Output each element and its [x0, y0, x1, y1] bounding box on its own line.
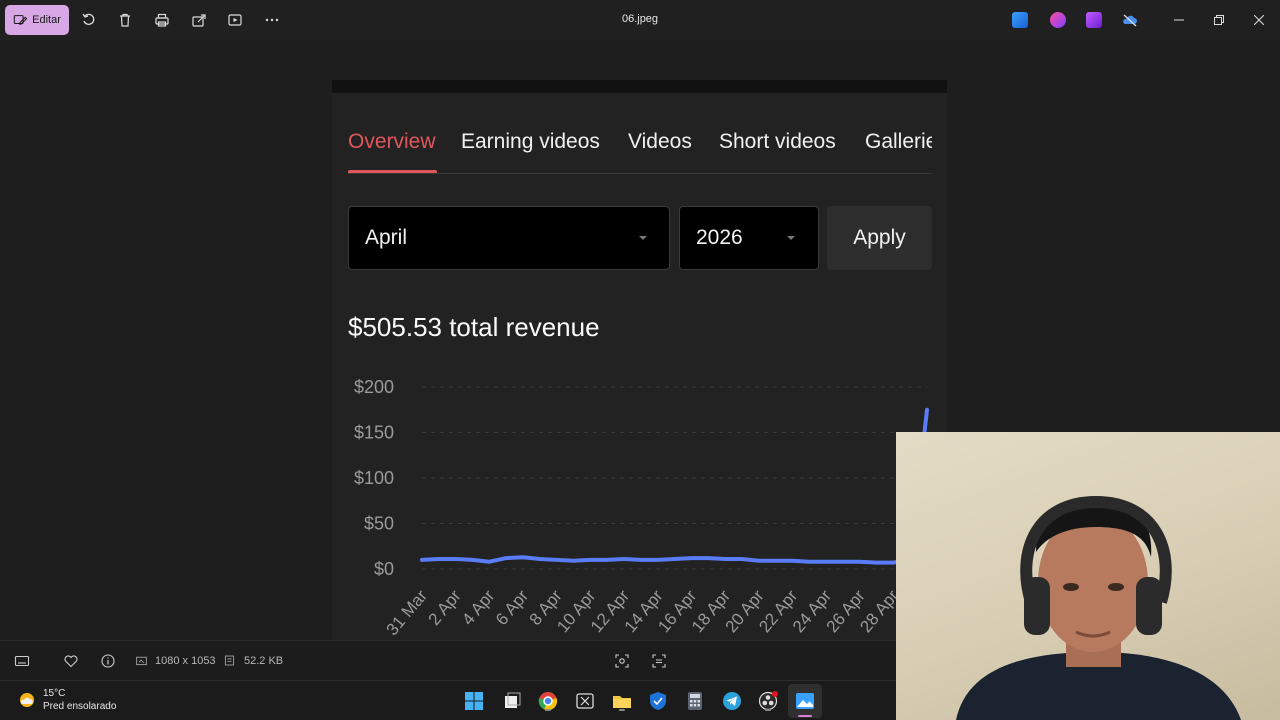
image-dimensions: 1080 x 1053: [155, 655, 216, 667]
chrome-icon[interactable]: [537, 690, 559, 712]
y-tick-label: $100: [354, 468, 394, 488]
dimensions-icon: [136, 656, 147, 666]
file-size-icon: [224, 655, 235, 666]
snipping-tool-icon[interactable]: [574, 690, 596, 712]
photos-app-window: Editar 06.jpeg Overview Earning videos V…: [0, 0, 1280, 720]
displayed-image: Overview Earning videos Videos Short vid…: [332, 80, 947, 680]
favorite-heart-icon[interactable]: [63, 653, 79, 669]
more-options-icon[interactable]: [262, 10, 282, 30]
chevron-down-icon: [787, 236, 795, 240]
edit-button-label: Editar: [32, 14, 61, 26]
tab-earning-videos[interactable]: Earning videos: [461, 130, 600, 154]
x-tick-label: 4 Apr: [458, 586, 498, 629]
security-shield-icon[interactable]: [647, 690, 669, 712]
delete-icon[interactable]: [115, 10, 135, 30]
share-icon[interactable]: [189, 10, 209, 30]
y-tick-label: $200: [354, 377, 394, 397]
slideshow-icon[interactable]: [225, 10, 245, 30]
x-tick-label: 31 Mar: [382, 586, 431, 639]
apply-button[interactable]: Apply: [827, 206, 932, 270]
minimize-icon[interactable]: [1169, 10, 1189, 30]
chevron-down-icon: [639, 236, 647, 240]
running-indicator: [619, 709, 625, 711]
onedrive-offline-icon[interactable]: [1122, 12, 1138, 28]
revenue-line-chart: $200$150$100$50$031 Mar2 Apr4 Apr6 Apr8 …: [354, 377, 929, 639]
sunny-weather-icon[interactable]: [17, 690, 37, 710]
telegram-icon[interactable]: [721, 690, 743, 712]
calculator-icon[interactable]: [684, 690, 706, 712]
dashboard-tabs: Overview Earning videos Videos Short vid…: [348, 130, 932, 174]
running-indicator: [545, 709, 551, 711]
total-revenue-heading: $505.53 total revenue: [348, 312, 600, 342]
restore-icon[interactable]: [1209, 10, 1229, 30]
task-view-icon[interactable]: [501, 690, 523, 712]
edit-image-icon: [13, 15, 28, 26]
active-indicator: [798, 715, 812, 717]
presenter-figure: [956, 495, 1241, 720]
y-tick-label: $50: [364, 514, 394, 534]
year-select[interactable]: 2026: [679, 206, 819, 270]
month-select[interactable]: April: [348, 206, 670, 270]
tab-overview[interactable]: Overview: [348, 130, 436, 154]
year-select-value: 2026: [696, 226, 743, 249]
rotate-icon[interactable]: [79, 10, 99, 30]
x-tick-label: 2 Apr: [425, 586, 465, 629]
designer-app-icon[interactable]: [1050, 12, 1066, 28]
weather-description: Pred ensolarado: [43, 701, 117, 712]
photos-app-icon[interactable]: [1012, 12, 1028, 28]
tab-videos[interactable]: Videos: [628, 130, 692, 154]
running-indicator: [765, 709, 771, 711]
print-icon[interactable]: [152, 10, 172, 30]
obs-studio-icon[interactable]: [757, 690, 779, 712]
start-windows-icon[interactable]: [463, 690, 485, 712]
file-explorer-icon[interactable]: [611, 690, 633, 712]
x-tick-label: 6 Apr: [492, 586, 532, 629]
y-tick-label: $0: [374, 559, 394, 579]
photos-taskbar-icon[interactable]: [788, 684, 822, 718]
edit-button[interactable]: Editar: [5, 5, 69, 35]
tab-short-videos[interactable]: Short videos: [719, 130, 836, 154]
info-icon[interactable]: [100, 653, 116, 669]
file-size: 52.2 KB: [244, 655, 284, 667]
y-tick-label: $150: [354, 423, 394, 443]
fit-to-window-icon[interactable]: [614, 653, 630, 669]
active-tab-indicator: [348, 170, 437, 173]
filmstrip-icon[interactable]: [14, 653, 30, 669]
weather-temperature: 15°C: [43, 688, 66, 699]
image-top-strip: [332, 80, 947, 93]
title-bar: Editar 06.jpeg: [0, 0, 1280, 40]
close-icon[interactable]: [1249, 10, 1269, 30]
month-select-value: April: [365, 226, 408, 249]
webcam-overlay: [896, 432, 1280, 720]
actual-size-icon[interactable]: [651, 653, 667, 669]
clipchamp-app-icon[interactable]: [1086, 12, 1102, 28]
tab-galleries[interactable]: Galleries: [865, 130, 932, 154]
